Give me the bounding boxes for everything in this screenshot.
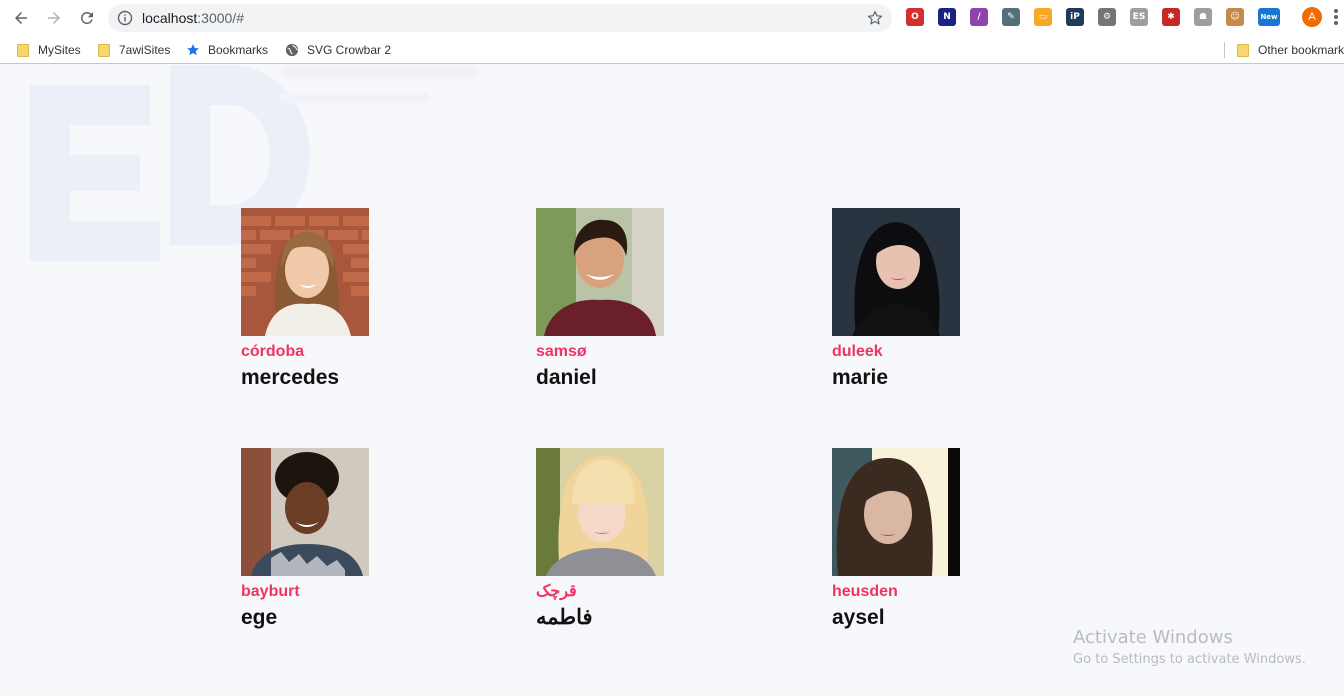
person-city: heusden: [832, 583, 898, 600]
star-icon: [186, 43, 200, 57]
browser-toolbar: localhost:3000/# O N / ✎ ▭ iP ⚙ ES ✱ ☗ ☺ New A: [0, 0, 1344, 36]
forward-arrow-icon: [48, 12, 60, 24]
es-icon[interactable]: ES: [1130, 8, 1148, 26]
person-city: bayburt: [241, 583, 300, 600]
ip-icon[interactable]: iP: [1066, 8, 1084, 26]
person-photo: [241, 448, 369, 576]
person-card[interactable]: samsø daniel: [536, 208, 756, 390]
folder-icon: [97, 43, 111, 57]
bookmark-mysites[interactable]: MySites: [16, 41, 81, 59]
bookmark-label: Other bookmarks: [1258, 43, 1344, 57]
bookmark-label: Bookmarks: [208, 43, 269, 57]
bookmark-star-icon[interactable]: [866, 9, 884, 27]
puzzle-red-icon[interactable]: ✱: [1162, 8, 1180, 26]
back-button[interactable]: [9, 6, 33, 30]
bookmark-7awisites[interactable]: 7awiSites: [97, 41, 170, 59]
eyedropper-icon[interactable]: ✎: [1002, 8, 1020, 26]
url-text: localhost:3000/#: [142, 10, 244, 26]
menu-icon[interactable]: [1334, 9, 1338, 25]
folder-icon: [1236, 43, 1250, 57]
watermark-title: Activate Windows: [1073, 627, 1233, 648]
bookmark-bookmarks[interactable]: Bookmarks: [186, 41, 268, 59]
bookmark-svg-crowbar[interactable]: SVG Crowbar 2: [285, 41, 391, 59]
person-name: فاطمه: [536, 606, 593, 629]
reload-button[interactable]: [75, 6, 99, 30]
person-card[interactable]: bayburt ege: [241, 448, 461, 630]
person-name: marie: [832, 366, 889, 389]
person-photo: [241, 208, 369, 336]
opera-icon[interactable]: O: [906, 8, 924, 26]
person-name: aysel: [832, 606, 885, 629]
person-name: ege: [241, 606, 278, 629]
reload-icon: [80, 11, 93, 24]
feather-icon[interactable]: /: [970, 8, 988, 26]
person-photo: [832, 448, 960, 576]
person-photo: [536, 208, 664, 336]
person-photo: [536, 448, 664, 576]
n-extension-icon[interactable]: N: [938, 8, 956, 26]
person-card[interactable]: قرچک فاطمه: [536, 448, 756, 630]
person-city: córdoba: [241, 343, 305, 360]
android-icon[interactable]: ☗: [1194, 8, 1212, 26]
person-card[interactable]: heusden aysel: [832, 448, 1052, 630]
new-badge-icon[interactable]: New: [1258, 8, 1280, 26]
profile-avatar[interactable]: A: [1302, 7, 1322, 27]
ruler-icon[interactable]: ▭: [1034, 8, 1052, 26]
folder-icon: [16, 43, 30, 57]
address-bar[interactable]: localhost:3000/#: [108, 4, 892, 32]
gear-extension-icon[interactable]: ⚙: [1098, 8, 1116, 26]
other-bookmarks[interactable]: Other bookmarks: [1236, 41, 1344, 59]
bookmarks-bar: MySites 7awiSites Bookmarks SVG Crowbar …: [0, 36, 1344, 64]
globe-icon: [285, 43, 299, 57]
page-content: córdoba mercedes samsø daniel duleek mar…: [0, 65, 1344, 696]
bookmark-label: SVG Crowbar 2: [307, 43, 392, 57]
person-card[interactable]: duleek marie: [832, 208, 1052, 390]
person-name: daniel: [536, 366, 597, 389]
person-card[interactable]: córdoba mercedes: [241, 208, 461, 390]
watermark-subtitle: Go to Settings to activate Windows.: [1073, 652, 1306, 667]
person-city: samsø: [536, 343, 587, 360]
activate-windows-watermark: Activate Windows Go to Settings to activ…: [1073, 627, 1306, 667]
face-icon[interactable]: ☺: [1226, 8, 1244, 26]
person-photo: [832, 208, 960, 336]
bookmark-label: 7awiSites: [119, 43, 171, 57]
person-name: mercedes: [241, 366, 340, 389]
person-city: duleek: [832, 343, 883, 360]
info-icon[interactable]: [117, 10, 133, 26]
person-city: قرچک: [536, 583, 577, 600]
bookmarks-separator: [1224, 42, 1225, 58]
bookmark-label: MySites: [38, 43, 81, 57]
forward-button[interactable]: [42, 6, 66, 30]
back-arrow-icon: [15, 12, 27, 24]
